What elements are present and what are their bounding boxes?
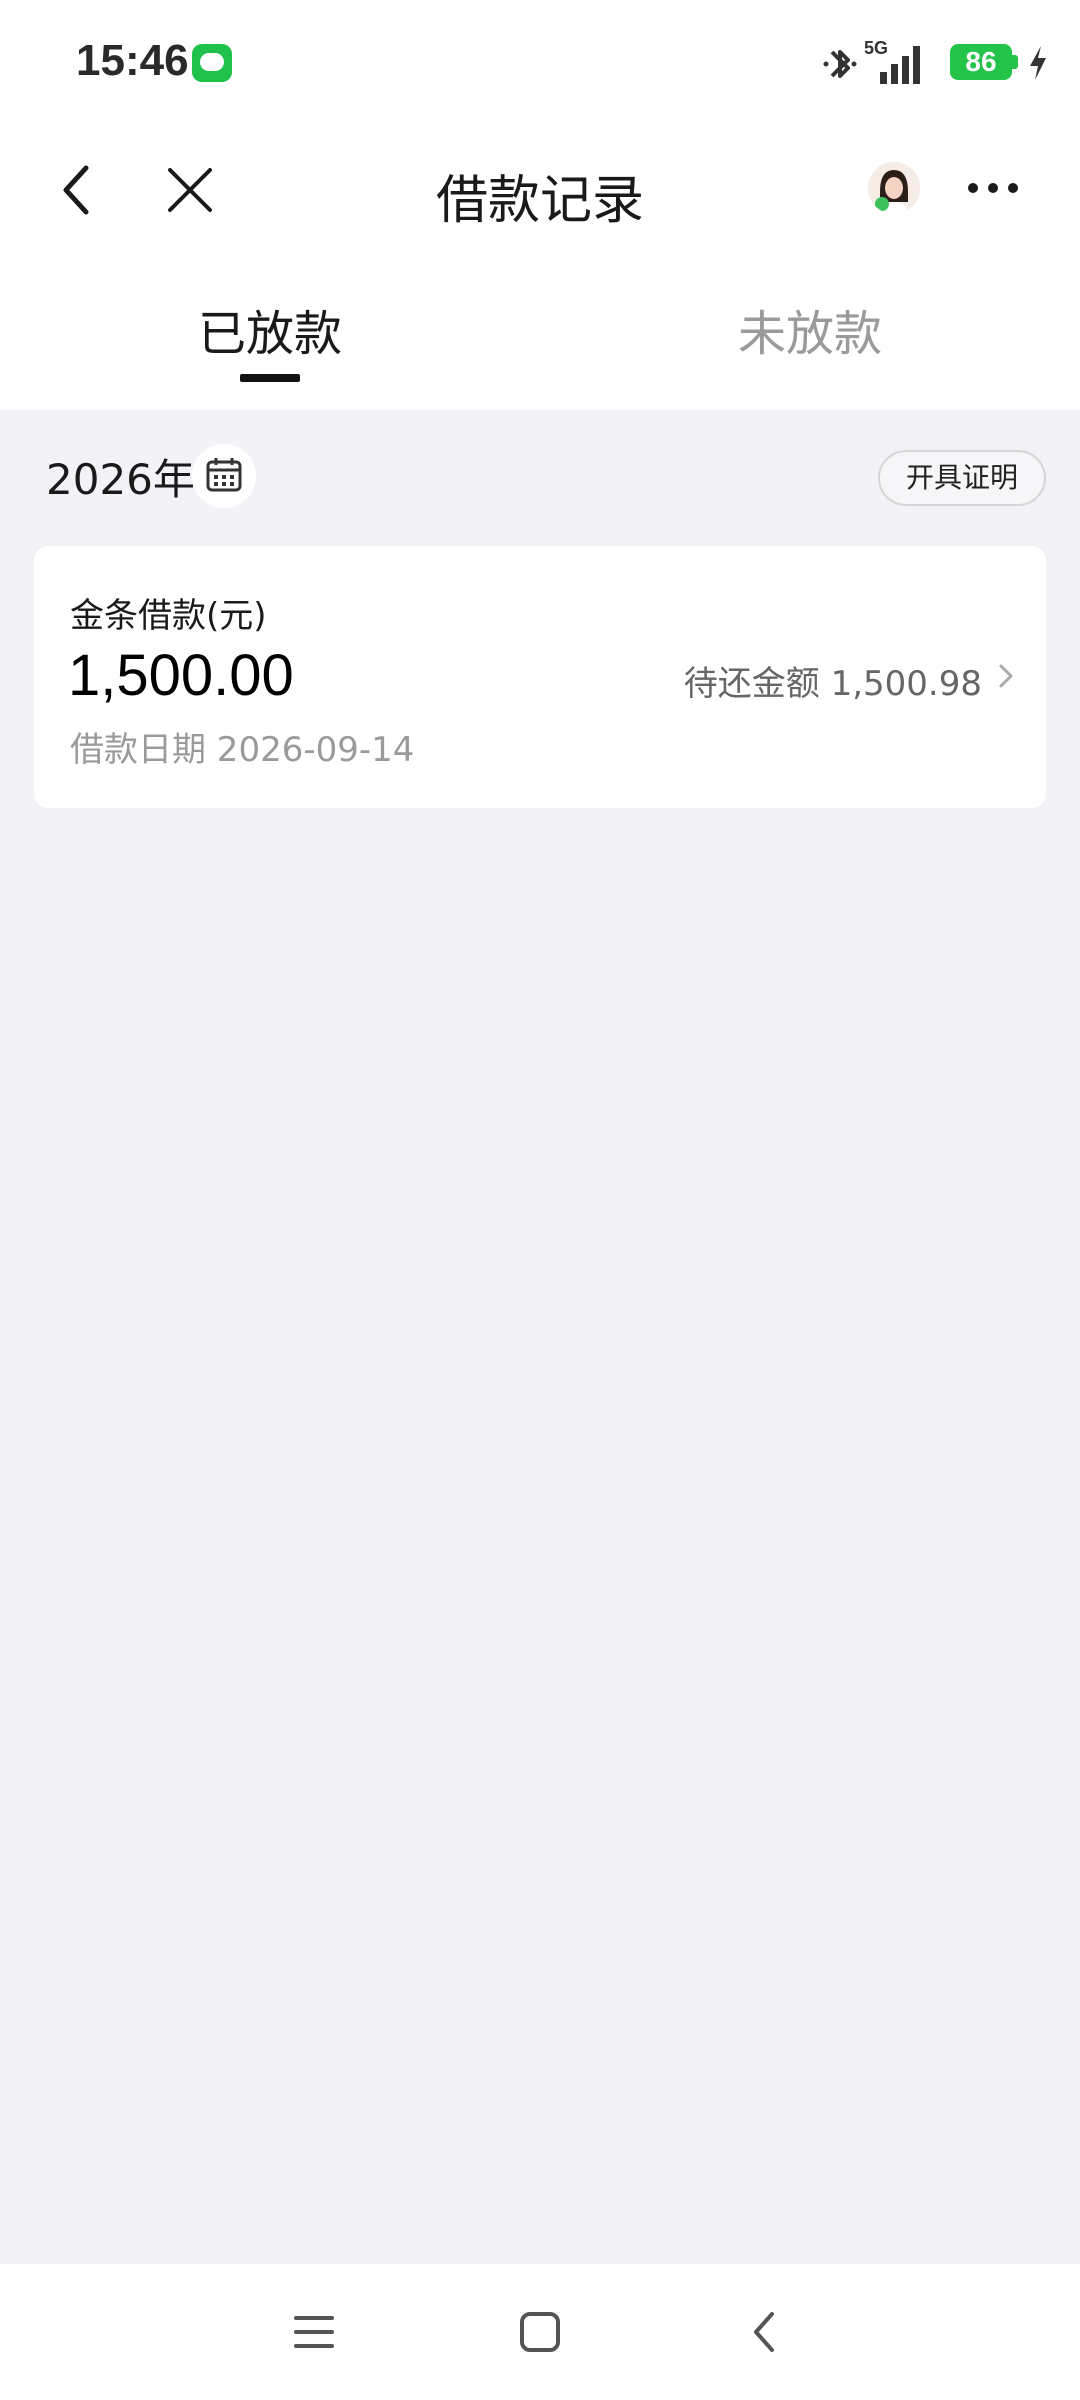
tab-disbursed[interactable]: 已放款 (120, 294, 420, 364)
menu-icon[interactable] (290, 2308, 338, 2356)
status-time: 15:46 (76, 36, 189, 85)
loan-amount: 1,500.00 (68, 643, 294, 708)
home-icon[interactable] (516, 2308, 564, 2356)
issue-certificate-button[interactable]: 开具证明 (878, 450, 1046, 506)
battery-icon: 86 (950, 44, 1012, 80)
loan-date: 借款日期 2026-09-14 (70, 730, 415, 770)
tab-not-disbursed[interactable]: 未放款 (660, 294, 960, 364)
tab-bar: 已放款 未放款 (0, 254, 1080, 410)
loan-card[interactable]: 金条借款(元) 1,500.00 借款日期 2026-09-14 待还金额 1,… (34, 546, 1046, 808)
bluetooth-icon (823, 50, 857, 78)
avatar[interactable] (868, 162, 920, 214)
loan-type: 金条借款(元) (70, 596, 267, 636)
active-tab-indicator (240, 374, 300, 382)
charging-icon (1030, 46, 1046, 80)
message-icon (192, 44, 232, 82)
calendar-icon (206, 458, 242, 492)
nav-bar: 借款记录 (0, 124, 1080, 254)
status-icons: 5G 86 (790, 38, 1050, 88)
battery-tip (1012, 55, 1018, 69)
year-label[interactable]: 2026年 (46, 446, 195, 507)
more-icon[interactable] (966, 180, 1020, 196)
chevron-right-icon (999, 664, 1013, 688)
system-back-icon[interactable] (742, 2308, 790, 2356)
signal-icon (880, 46, 920, 84)
calendar-button[interactable] (192, 444, 256, 508)
system-nav-bar (0, 2264, 1080, 2400)
status-bar: 15:46 5G 86 (0, 0, 1080, 124)
remaining-amount: 待还金额 1,500.98 (683, 664, 982, 704)
